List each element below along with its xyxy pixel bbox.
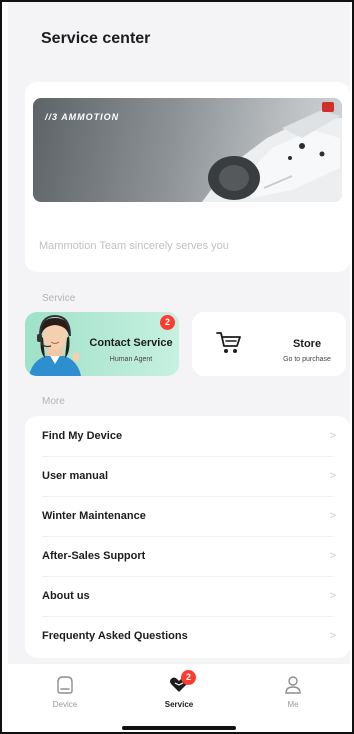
person-icon [283,674,303,696]
device-icon [55,674,75,696]
cart-icon [216,332,241,353]
contact-service-title: Contact Service [89,337,173,349]
contact-service-button[interactable]: Contact Service Human Agent [25,312,179,376]
contact-service-badge: 2 [160,315,175,330]
menu-item-user-manual[interactable]: User manual > [25,456,350,496]
brand-logo-mark: //3 [45,112,62,122]
bottom-tab-bar: Device 2 Service Me [8,664,350,732]
menu-item-label: Find My Device [42,430,123,442]
chevron-right-icon: > [329,630,336,642]
tab-device[interactable]: Device [8,664,122,714]
chevron-right-icon: > [329,550,336,562]
tab-service[interactable]: 2 Service [122,664,236,714]
tab-label: Device [52,700,78,709]
more-menu-list: Find My Device > User manual > Winter Ma… [25,416,350,658]
contact-service-subtitle: Human Agent [109,356,153,363]
agent-avatar [29,314,81,376]
brand-logo-text: AMMOTION [61,112,120,122]
menu-item-find-my-device[interactable]: Find My Device > [25,416,350,456]
banner-slogan: Mammotion Team sincerely serves you [39,240,229,252]
section-label-more: More [42,396,65,407]
menu-item-label: After-Sales Support [42,550,146,562]
chevron-right-icon: > [329,590,336,602]
menu-item-label: About us [42,590,90,602]
menu-item-winter-maintenance[interactable]: Winter Maintenance > [25,496,350,536]
tab-service-badge: 2 [181,670,196,685]
device-frame: Service center //3 AMMOTION Mammotion Te… [0,0,354,734]
page-title: Service center [41,30,151,47]
tab-label: Me [287,700,299,709]
home-indicator[interactable] [122,726,236,730]
menu-item-after-sales-support[interactable]: After-Sales Support > [25,536,350,576]
menu-item-label: Frequenty Asked Questions [42,630,188,642]
tab-me[interactable]: Me [236,664,350,714]
chevron-right-icon: > [329,430,336,442]
service-heart-icon: 2 [169,670,196,696]
chevron-right-icon: > [329,510,336,522]
store-button[interactable]: Store Go to purchase [192,312,346,376]
app-screen: Service center //3 AMMOTION Mammotion Te… [8,2,350,732]
menu-item-faq[interactable]: Frequenty Asked Questions > [25,616,350,656]
store-title: Store [292,338,322,350]
banner-image[interactable]: //3 AMMOTION [33,98,342,202]
section-label-service: Service [42,293,76,304]
mower-robot-image [202,102,342,202]
menu-item-label: Winter Maintenance [42,510,146,522]
banner-card[interactable]: //3 AMMOTION Mammotion Team sincerely se… [25,82,350,272]
menu-item-label: User manual [42,470,109,482]
menu-item-about-us[interactable]: About us > [25,576,350,616]
tab-label: Service [164,700,194,709]
brand-logo: //3 AMMOTION [45,112,119,122]
chevron-right-icon: > [329,470,336,482]
store-subtitle: Go to purchase [283,356,331,363]
